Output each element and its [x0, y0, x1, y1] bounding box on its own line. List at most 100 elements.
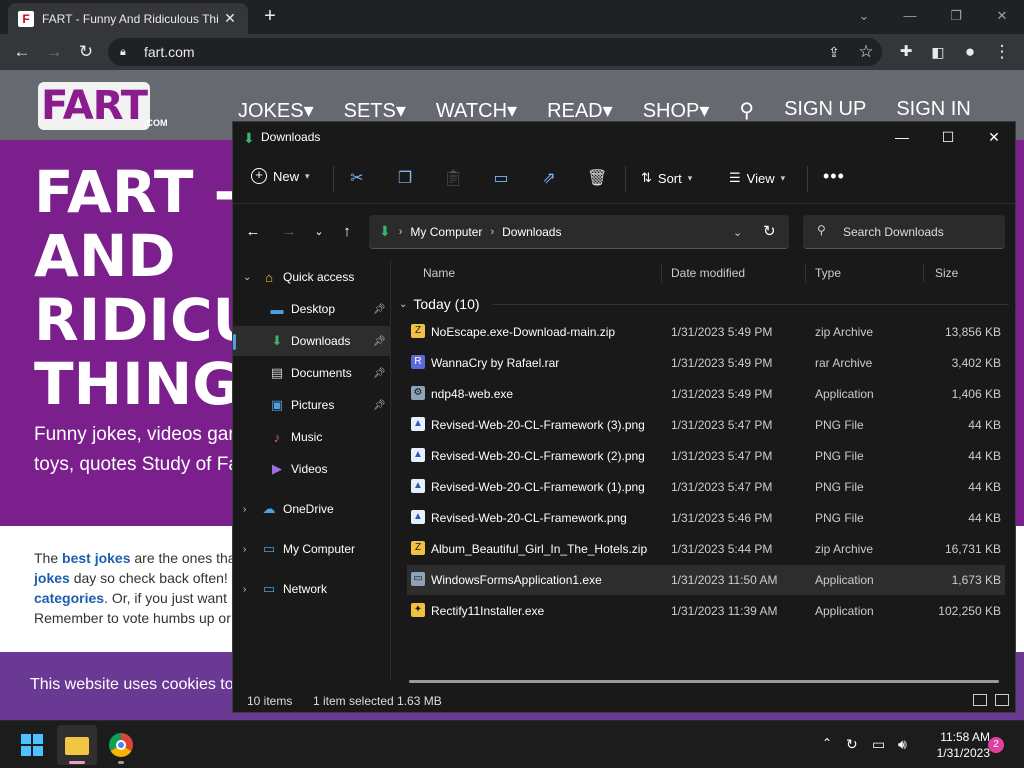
site-nav-sets[interactable]: SETS▾: [344, 98, 406, 123]
chevron-right-icon[interactable]: ›: [243, 504, 246, 515]
extensions-icon[interactable]: ✚: [894, 40, 918, 64]
details-view-icon[interactable]: [973, 694, 987, 706]
file-row-selected[interactable]: ▭ WindowsFormsApplication1.exe 1/31/2023…: [407, 565, 1005, 595]
sidebar-item-pictures[interactable]: ▣ Pictures 📌︎: [233, 390, 391, 420]
categories-link[interactable]: categories: [34, 590, 104, 606]
rename-icon[interactable]: ▭: [491, 169, 511, 189]
minimize-icon[interactable]: —: [898, 4, 922, 28]
site-nav-jokes[interactable]: JOKES▾: [238, 98, 314, 123]
tiles-view-icon[interactable]: [995, 694, 1009, 706]
column-date[interactable]: Date modified: [671, 266, 745, 280]
refresh-icon[interactable]: ↻: [763, 222, 776, 240]
minimize-icon[interactable]: —: [879, 122, 925, 152]
file-row[interactable]: ▲ Revised-Web-20-CL-Framework (1).png 1/…: [407, 472, 1005, 502]
network-icon[interactable]: ▭: [872, 736, 885, 753]
horizontal-scrollbar[interactable]: [409, 680, 999, 683]
group-header-today[interactable]: ⌄ Today (10): [399, 296, 480, 312]
file-row[interactable]: Z NoEscape.exe-Download-main.zip 1/31/20…: [407, 317, 1005, 347]
address-bar[interactable]: 🔒︎ fart.com: [108, 38, 882, 66]
best-jokes-link[interactable]: best jokes: [62, 550, 130, 566]
sidebar-item-network[interactable]: › ▭ Network: [233, 574, 391, 604]
share-icon[interactable]: ⇗: [539, 169, 559, 189]
volume-icon[interactable]: 🔊︎: [898, 736, 907, 753]
address-dropdown-icon[interactable]: ⌄: [733, 226, 742, 239]
sidebar-item-onedrive[interactable]: › ☁ OneDrive: [233, 494, 391, 524]
sort-button[interactable]: ⇅ Sort ▾: [641, 170, 692, 186]
search-input[interactable]: ⚲ Search Downloads: [803, 215, 1005, 249]
chrome-taskbar-button[interactable]: [101, 725, 141, 765]
file-row[interactable]: ▲ Revised-Web-20-CL-Framework.png 1/31/2…: [407, 503, 1005, 533]
site-nav-watch[interactable]: WATCH▾: [436, 98, 517, 123]
sidebar-item-downloads[interactable]: ⬇ Downloads 📌︎: [233, 326, 391, 356]
bookmark-star-icon[interactable]: ☆: [854, 40, 878, 64]
side-panel-icon[interactable]: ◧: [926, 40, 950, 64]
close-window-icon[interactable]: ✕: [990, 4, 1014, 28]
maximize-icon[interactable]: ☐: [925, 122, 971, 152]
recent-locations-icon[interactable]: ⌄: [309, 222, 329, 242]
jokes-link[interactable]: jokes: [34, 570, 70, 586]
site-nav-read[interactable]: READ▾: [547, 98, 613, 123]
sync-icon[interactable]: ↻: [846, 736, 858, 753]
chevron-right-icon[interactable]: ›: [243, 584, 246, 595]
share-icon[interactable]: ⇪: [822, 40, 846, 64]
chevron-right-icon[interactable]: ›: [243, 544, 246, 555]
forward-icon[interactable]: →: [279, 222, 299, 242]
sidebar-item-quick-access[interactable]: ⌄ ⌂ Quick access: [233, 262, 391, 292]
browser-tab[interactable]: F FART - Funny And Ridiculous Thi ✕: [8, 3, 248, 34]
file-row[interactable]: Z Album_Beautiful_Girl_In_The_Hotels.zip…: [407, 534, 1005, 564]
breadcrumb-my-computer[interactable]: My Computer: [410, 225, 482, 239]
close-icon[interactable]: ✕: [971, 122, 1015, 152]
chrome-icon: [109, 733, 133, 757]
new-button[interactable]: + New ▾: [251, 168, 310, 184]
file-list: Name Date modified Type Size ⌄ Today (10…: [393, 260, 1015, 680]
file-row[interactable]: ✦ Rectify11Installer.exe 1/31/2023 11:39…: [407, 596, 1005, 626]
address-bar[interactable]: ⬇ › My Computer › Downloads: [369, 215, 789, 249]
sidebar-item-documents[interactable]: ▤ Documents 📌︎: [233, 358, 391, 388]
chevron-up-icon[interactable]: ⌃: [822, 736, 832, 750]
sidebar-item-desktop[interactable]: ▬ Desktop 📌︎: [233, 294, 391, 324]
profile-icon[interactable]: ●: [958, 40, 982, 64]
running-indicator: [118, 761, 124, 764]
site-logo[interactable]: FART: [38, 82, 150, 130]
site-nav-shop[interactable]: SHOP▾: [643, 98, 710, 123]
tab-search-icon[interactable]: ⌄: [852, 4, 876, 28]
start-button[interactable]: [12, 725, 52, 765]
new-tab-button[interactable]: +: [258, 5, 282, 29]
clock[interactable]: 11:58 AM 1/31/2023: [920, 729, 990, 761]
site-nav-signup[interactable]: SIGN UP: [784, 98, 866, 123]
view-button[interactable]: ☰ View ▾: [729, 170, 785, 186]
more-options-icon[interactable]: •••: [823, 166, 845, 187]
cut-icon[interactable]: ✂: [347, 169, 367, 189]
divider: [625, 166, 626, 192]
file-row[interactable]: ▲ Revised-Web-20-CL-Framework (2).png 1/…: [407, 441, 1005, 471]
chrome-menu-icon[interactable]: ⋮: [990, 40, 1014, 64]
file-row[interactable]: R WannaCry by Rafael.rar 1/31/2023 5:49 …: [407, 348, 1005, 378]
delete-icon[interactable]: 🗑︎: [587, 169, 607, 189]
back-icon[interactable]: ←: [243, 222, 263, 242]
column-name[interactable]: Name: [423, 266, 455, 280]
notification-badge[interactable]: 2: [988, 737, 1004, 753]
site-search-icon[interactable]: ⚲: [739, 98, 754, 123]
sidebar-item-my-computer[interactable]: › ▭ My Computer: [233, 534, 391, 564]
back-icon[interactable]: ←: [10, 40, 34, 64]
up-icon[interactable]: ↑: [337, 222, 357, 242]
forward-icon[interactable]: →: [42, 40, 66, 64]
paste-icon[interactable]: 📋︎: [443, 169, 463, 189]
restore-icon[interactable]: ❐: [944, 4, 968, 28]
sidebar-item-music[interactable]: ♪ Music: [233, 422, 391, 452]
sidebar-item-videos[interactable]: ▶ Videos: [233, 454, 391, 484]
breadcrumb-downloads[interactable]: Downloads: [502, 225, 561, 239]
copy-icon[interactable]: ❐: [395, 169, 415, 189]
file-explorer-taskbar-button[interactable]: [57, 725, 97, 765]
computer-icon: ▭: [262, 541, 276, 556]
divider: [493, 304, 1009, 305]
close-tab-icon[interactable]: ✕: [222, 10, 238, 27]
column-type[interactable]: Type: [815, 266, 841, 280]
file-row[interactable]: ⚙ ndp48-web.exe 1/31/2023 5:49 PM Applic…: [407, 379, 1005, 409]
site-nav-signin[interactable]: SIGN IN: [896, 98, 970, 123]
explorer-titlebar[interactable]: ⬇ Downloads — ☐ ✕: [233, 122, 1015, 154]
file-row[interactable]: ▲ Revised-Web-20-CL-Framework (3).png 1/…: [407, 410, 1005, 440]
chevron-down-icon[interactable]: ⌄: [243, 272, 251, 283]
reload-icon[interactable]: ↻: [74, 40, 98, 64]
column-size[interactable]: Size: [935, 266, 958, 280]
